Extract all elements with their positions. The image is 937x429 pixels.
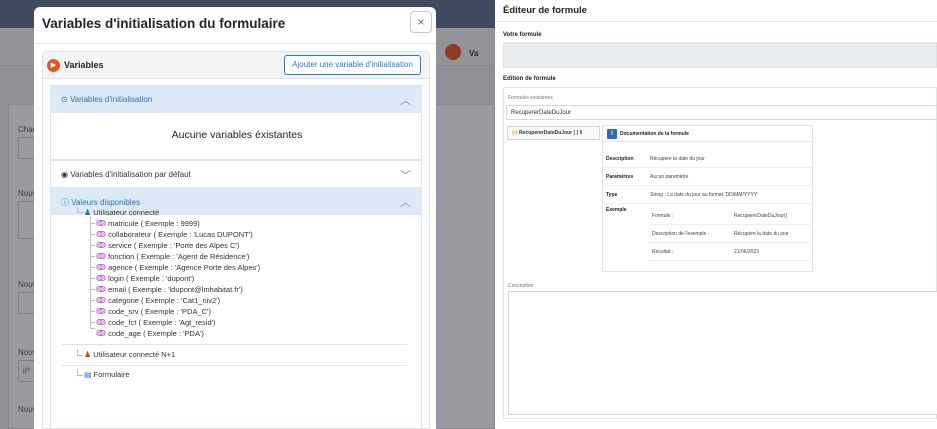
editor-title: Éditeur de formule	[503, 5, 587, 16]
tree-node-variable[interactable]: ↂ collaborateur ( Exemple : 'Lucas DUPON…	[96, 230, 253, 239]
tree-node-variable[interactable]: ↂ categorie ( Exemple : 'Cat1_niv2')	[96, 296, 220, 305]
doc-row-parametres: Paramètres Aucun paramètre	[603, 168, 812, 186]
info-icon: i	[607, 129, 617, 139]
cursor-icon: ‖	[579, 130, 583, 136]
conception-editor[interactable]	[508, 291, 937, 415]
function-button[interactable]: {•} RecupererDateDuJour ( ) ‖	[507, 126, 600, 140]
formules-existantes-select[interactable]: RecupererDateDuJour	[506, 105, 937, 120]
documentation-header: i Documentation de la formule	[603, 126, 812, 142]
tree-node-variable[interactable]: ↂ service ( Exemple : 'Porte des Alpes C…	[96, 241, 239, 250]
variables-section-title: Variables	[64, 60, 104, 70]
variable-icon: ↂ	[96, 219, 106, 228]
example-row: Formule : RecupererDateDuJour()	[650, 207, 810, 225]
variable-icon: ↂ	[96, 318, 106, 327]
example-row: Résultat : 21/06/2023	[650, 243, 810, 261]
tree-node-variable[interactable]: ↂ code_fct ( Exemple : 'Agt_resid')	[96, 318, 216, 327]
accordion-header-default-variables[interactable]: ◉ Variables d'initialisation par défaut …	[51, 161, 421, 188]
circle-play-icon: ⊙	[61, 95, 70, 104]
divider	[62, 344, 407, 345]
documentation-title: Documentation de la formule	[620, 131, 689, 137]
add-init-variable-button[interactable]: Ajouter une variable d'initialisation	[284, 55, 421, 75]
accordion-header-init-variables[interactable]: ⊙ Variables d'initialisation ︿	[51, 86, 421, 113]
variable-icon: ↂ	[96, 241, 106, 250]
modal-title: Variables d'initialisation du formulaire	[42, 16, 286, 31]
doc-row-description: Description Récupère la date du jour	[603, 150, 812, 168]
divider	[62, 365, 407, 366]
play-icon: ▶	[47, 59, 60, 72]
user-icon: ♟	[84, 350, 92, 359]
tree-node-variable[interactable]: ↂ agence ( Exemple : 'Agence Porte des A…	[96, 263, 260, 272]
accordion-default-variables: ◉ Variables d'initialisation par défaut …	[50, 160, 422, 188]
tree-node-variable[interactable]: ↂ email ( Exemple : 'ldupont@lmhabitat.f…	[96, 285, 243, 294]
edition-card: Formules existantes RecupererDateDuJour …	[503, 87, 937, 419]
variable-icon: ↂ	[96, 230, 106, 239]
doc-row-type: Type String : La date du jour au format …	[603, 186, 812, 204]
tree-node-variable[interactable]: ↂ code_srv ( Exemple : 'PDA_C')	[96, 307, 211, 316]
init-variables-modal: Variables d'initialisation du formulaire…	[34, 7, 436, 429]
tree-node-variable[interactable]: ↂ code_age ( Exemple : 'PDA')	[96, 329, 204, 338]
votre-formule-label: Votre formule	[503, 32, 542, 38]
function-icon: {•}	[512, 130, 518, 136]
variable-icon: ↂ	[96, 274, 106, 283]
variable-icon: ↂ	[96, 296, 106, 305]
documentation-card: i Documentation de la formule Descriptio…	[602, 125, 813, 272]
available-values-tree: ♟ Utilisateur connecté ↂ matricule ( Exe…	[50, 199, 422, 429]
accordion-init-variables: ⊙ Variables d'initialisation ︿ Aucune va…	[50, 85, 422, 160]
variables-card-header: ▶ Variables Ajouter une variable d'initi…	[43, 52, 429, 79]
divider	[34, 43, 436, 44]
variable-icon: ↂ	[96, 285, 106, 294]
conception-label: Conception	[508, 283, 534, 289]
tree-node-connected-user-n1[interactable]: ♟ Utilisateur connecté N+1	[84, 350, 175, 359]
accordion-label: ◉ Variables d'initialisation par défaut	[61, 170, 191, 179]
tree-node-variable[interactable]: ↂ fonction ( Exemple : 'Agent de Résiden…	[96, 252, 249, 261]
variable-icon: ↂ	[96, 263, 106, 272]
variable-icon: ↂ	[96, 307, 106, 316]
chevron-down-icon: ﹀	[400, 170, 411, 182]
close-icon: ×	[417, 15, 425, 29]
tree-node-connected-user[interactable]: ♟ Utilisateur connecté	[84, 208, 159, 217]
variables-card: ▶ Variables Ajouter une variable d'initi…	[42, 51, 430, 429]
formula-input[interactable]	[503, 42, 937, 68]
divider	[495, 21, 937, 22]
example-row: Description de l'exemple : Récupère la d…	[650, 225, 810, 243]
variable-icon: ↂ	[96, 329, 106, 338]
chevron-up-icon: ︿	[400, 95, 411, 107]
tree-node-form[interactable]: ▤ Formulaire	[84, 370, 130, 379]
eye-icon: ◉	[61, 170, 71, 179]
user-icon: ♟	[84, 208, 92, 217]
document-icon: ▤	[84, 370, 92, 379]
close-button[interactable]: ×	[410, 11, 432, 33]
edition-label: Edition de formule	[503, 76, 556, 82]
variable-icon: ↂ	[96, 252, 106, 261]
formula-editor-panel: Éditeur de formule Votre formule Edition…	[495, 0, 937, 429]
tree-node-variable[interactable]: ↂ matricule ( Exemple : 9999)	[96, 219, 200, 228]
tree-node-variable[interactable]: ↂ login ( Exemple : 'dupont')	[96, 274, 194, 283]
formules-existantes-label: Formules existantes	[508, 95, 553, 101]
empty-variables-message: Aucune variables éxistantes	[171, 129, 303, 141]
accordion-label: ⊙ Variables d'initialisation	[61, 95, 153, 104]
